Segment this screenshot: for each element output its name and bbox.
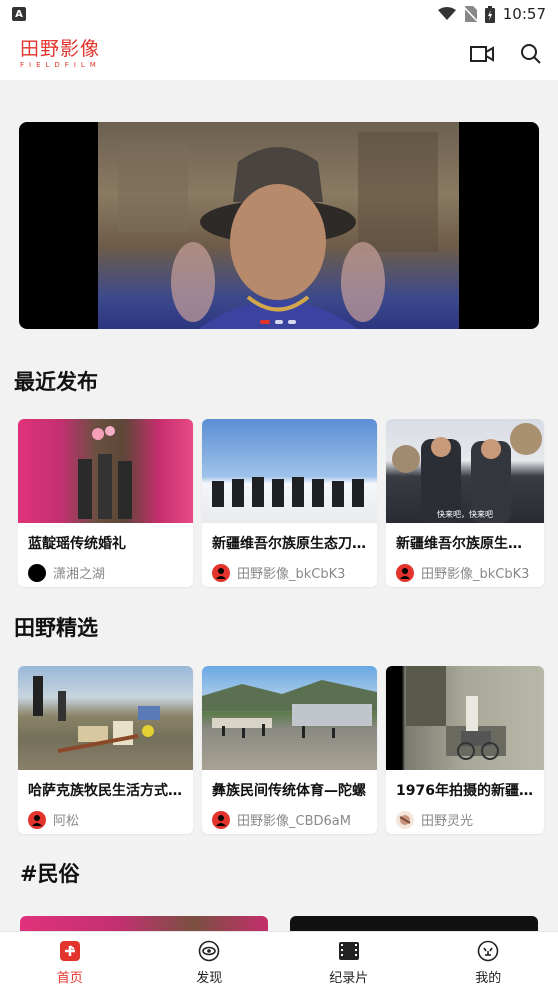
video-title: 哈萨克族牧民生活方式... bbox=[28, 783, 184, 799]
video-title: 彝族民间传统体育—陀螺 bbox=[212, 783, 366, 799]
banner-carousel[interactable] bbox=[19, 122, 539, 329]
video-author[interactable]: 田野影像_bkCbK3 bbox=[202, 553, 377, 582]
user-avatar-icon bbox=[212, 810, 230, 829]
app-logo[interactable]: 田野影像 FIELDFILM bbox=[20, 37, 101, 69]
video-thumbnail bbox=[202, 419, 377, 523]
clock: 10:57 bbox=[502, 5, 546, 23]
discover-icon bbox=[197, 939, 221, 963]
nav-profile[interactable]: 我的 bbox=[419, 932, 558, 992]
bottom-navigation: 首页 发现 纪录片 我的 bbox=[0, 931, 558, 992]
video-thumbnail bbox=[290, 916, 538, 931]
notification-a-icon: A bbox=[12, 7, 26, 21]
logo-text: 田野影像 bbox=[20, 37, 101, 60]
video-card[interactable]: 彝族民间传统体育—陀螺 田野影像_CBD6aM bbox=[202, 666, 377, 834]
folk-card-right[interactable] bbox=[290, 916, 538, 931]
video-title: 蓝靛瑶传统婚礼 bbox=[28, 536, 126, 552]
video-camera-icon[interactable] bbox=[470, 45, 494, 63]
video-author[interactable]: 田野灵光 bbox=[386, 800, 544, 829]
video-card[interactable]: 哈萨克族牧民生活方式... 阿松 bbox=[18, 666, 193, 834]
video-thumbnail bbox=[386, 666, 544, 770]
video-thumbnail bbox=[20, 916, 268, 931]
video-card[interactable]: 1976年拍摄的新疆库车... 田野灵光 bbox=[386, 666, 544, 834]
nav-documentary[interactable]: 纪录片 bbox=[279, 932, 419, 992]
section-title-featured: 田野精选 bbox=[14, 616, 98, 640]
author-name: 潇湘之湖 bbox=[53, 567, 106, 582]
section-title-recent: 最近发布 bbox=[14, 370, 98, 394]
nav-documentary-label: 纪录片 bbox=[329, 970, 369, 986]
user-avatar-icon bbox=[396, 810, 414, 829]
author-name: 阿松 bbox=[53, 814, 80, 829]
folk-card-left[interactable] bbox=[20, 916, 268, 931]
wifi-icon bbox=[437, 7, 456, 20]
featured-list: 哈萨克族牧民生活方式... 阿松 彝族民间传统体育—陀螺 田野影像_CBD6aM… bbox=[18, 666, 544, 834]
video-thumbnail: 快来吧，快来吧 bbox=[386, 419, 544, 523]
video-thumbnail bbox=[202, 666, 377, 770]
author-name: 田野影像_CBD6aM bbox=[237, 814, 351, 829]
carousel-dot bbox=[275, 320, 283, 324]
battery-icon bbox=[484, 5, 495, 23]
logo-subtext: FIELDFILM bbox=[20, 60, 101, 69]
video-author[interactable]: 潇湘之湖 bbox=[18, 553, 193, 582]
video-card[interactable]: 快来吧，快来吧 新疆维吾尔族原生态刀... 田野影像_bkCbK3 bbox=[386, 419, 544, 587]
nav-home-label: 首页 bbox=[56, 970, 83, 986]
video-card[interactable]: 蓝靛瑶传统婚礼 潇湘之湖 bbox=[18, 419, 193, 587]
author-name: 田野灵光 bbox=[421, 814, 474, 829]
user-avatar-icon bbox=[212, 563, 230, 582]
section-title-folk: #民俗 bbox=[20, 862, 80, 886]
video-card[interactable]: 新疆维吾尔族原生态刀... 田野影像_bkCbK3 bbox=[202, 419, 377, 587]
banner-image bbox=[98, 122, 459, 329]
video-author[interactable]: 田野影像_CBD6aM bbox=[202, 800, 377, 829]
banner-illustration bbox=[118, 132, 438, 329]
film-icon bbox=[337, 939, 361, 963]
video-title: 新疆维吾尔族原生态刀... bbox=[396, 536, 544, 552]
app-header: 田野影像 FIELDFILM bbox=[0, 28, 558, 80]
video-title: 新疆维吾尔族原生态刀... bbox=[212, 536, 368, 552]
video-thumbnail bbox=[18, 666, 193, 770]
profile-icon bbox=[476, 939, 500, 963]
carousel-indicator bbox=[260, 320, 296, 324]
status-bar: A 10:57 bbox=[0, 0, 558, 28]
video-author[interactable]: 田野影像_bkCbK3 bbox=[386, 553, 544, 582]
user-avatar-icon bbox=[396, 563, 414, 582]
user-avatar-icon bbox=[28, 810, 46, 829]
avatar bbox=[28, 563, 46, 582]
no-sim-icon bbox=[463, 6, 477, 22]
video-author[interactable]: 阿松 bbox=[18, 800, 193, 829]
video-caption: 快来吧，快来吧 bbox=[437, 510, 493, 519]
nav-home[interactable]: 首页 bbox=[0, 932, 140, 992]
author-name: 田野影像_bkCbK3 bbox=[421, 567, 530, 582]
nav-discover-label: 发现 bbox=[196, 970, 223, 986]
recent-list: 蓝靛瑶传统婚礼 潇湘之湖 新疆维吾尔族原生态刀... 田野影像_bkCbK3 快… bbox=[18, 419, 544, 587]
search-icon[interactable] bbox=[520, 43, 542, 65]
author-name: 田野影像_bkCbK3 bbox=[237, 567, 346, 582]
video-title: 1976年拍摄的新疆库车... bbox=[396, 783, 544, 799]
nav-profile-label: 我的 bbox=[475, 970, 502, 986]
video-thumbnail bbox=[18, 419, 193, 523]
carousel-dot-active bbox=[260, 320, 270, 324]
nav-discover[interactable]: 发现 bbox=[140, 932, 280, 992]
carousel-dot bbox=[288, 320, 296, 324]
home-icon bbox=[58, 939, 82, 963]
